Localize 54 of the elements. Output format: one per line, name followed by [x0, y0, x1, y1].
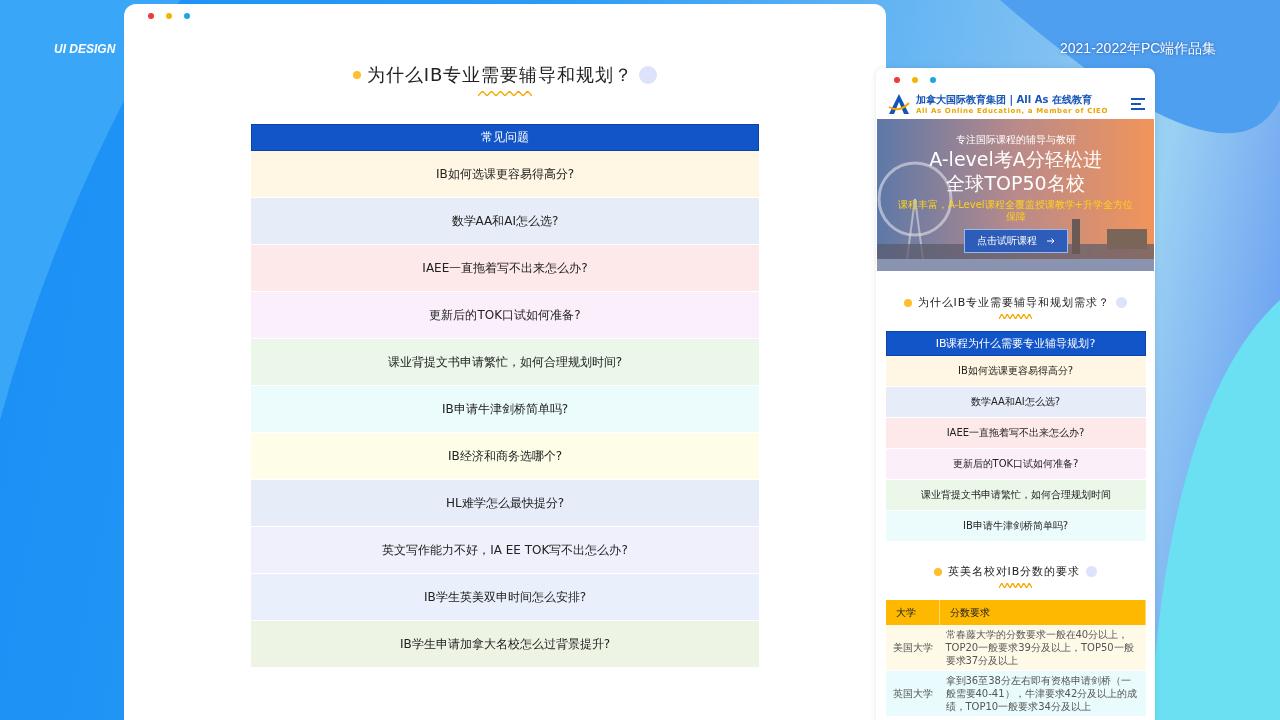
window-dot-icon[interactable]	[930, 77, 936, 83]
faq-row[interactable]: 课业背提文书申请繁忙，如何合理规划时间	[885, 480, 1146, 511]
circle-decoration-icon	[639, 66, 658, 84]
circle-decoration-icon	[1086, 566, 1098, 577]
table-cell: 常春藤大学的分数要求一般在40分以上，TOP20一般要求39分及以上，TOP50一般要求37分及以上	[939, 625, 1146, 671]
faq-row[interactable]: IB申请牛津剑桥简单吗?	[251, 386, 759, 433]
portfolio-label: 2021-2022年PC端作品集	[1060, 40, 1217, 58]
design-label: UI DESIGN	[54, 42, 116, 56]
faq-row[interactable]: IAEE一直拖着写不出来怎么办?	[885, 418, 1146, 449]
brand-name: 加拿大国际教育集团 | All As 在线教育	[916, 93, 1093, 107]
banner-headline: 全球TOP50名校	[946, 172, 1085, 195]
section-title: 为什么IB专业需要辅导和规划需求？	[917, 295, 1111, 310]
logo-icon	[888, 93, 910, 115]
faq-row[interactable]: HL难学怎么最快提分?	[251, 480, 759, 527]
faq-row[interactable]: 课业背提文书申请繁忙，如何合理规划时间?	[251, 339, 759, 386]
section-title: 为什么IB专业需要辅导和规划？	[366, 63, 634, 87]
window-dot-icon[interactable]	[166, 13, 172, 19]
arrow-right-icon	[1046, 237, 1055, 244]
table-cell: 美国大学	[885, 625, 940, 671]
banner-tagline: 课程丰富，A-Level课程全覆盖授课教学+升学全方位保障	[897, 198, 1134, 223]
faq-row[interactable]: IB申请牛津剑桥简单吗?	[885, 511, 1146, 542]
menu-icon[interactable]	[1131, 98, 1145, 110]
faq-row[interactable]: IB学生申请加拿大名校怎么过背景提升?	[251, 621, 759, 668]
table-header: IB课程为什么需要专业辅导规划?	[885, 331, 1146, 356]
faq-row[interactable]: IB学生英美双申时间怎么安排?	[251, 574, 759, 621]
wave-underline-icon	[999, 583, 1032, 588]
faq-row[interactable]: 更新后的TOK口试如何准备?	[885, 449, 1146, 480]
faq-row[interactable]: 数学AA和AI怎么选?	[251, 198, 759, 245]
column-header: 大学	[885, 600, 940, 625]
faq-row[interactable]: IB如何选课更容易得高分?	[885, 356, 1146, 387]
window-dot-icon[interactable]	[912, 77, 918, 83]
wave-underline-icon	[999, 314, 1032, 319]
table-cell: 英国大学	[885, 671, 940, 717]
wave-underline-icon	[478, 91, 532, 96]
trial-class-button[interactable]: 点击试听课程	[963, 228, 1068, 253]
bullet-icon	[933, 567, 942, 576]
table-cell: 拿到36至38分左右即有资格申请剑桥（一般需要40-41），牛津要求42分及以上的成绩，TOP10一般要求34分及以上	[939, 671, 1146, 717]
faq-row[interactable]: IB如何选课更容易得高分?	[251, 151, 759, 198]
window-dot-icon[interactable]	[184, 13, 190, 19]
bullet-icon	[903, 298, 912, 307]
banner-headline: A-level考A分轻松进	[929, 149, 1102, 171]
table-header: 常见问题	[251, 124, 759, 151]
bullet-icon	[352, 71, 361, 79]
window-dot-icon[interactable]	[894, 77, 900, 83]
faq-row[interactable]: IAEE一直拖着写不出来怎么办?	[251, 245, 759, 292]
column-header: 分数要求	[939, 600, 1146, 625]
banner-kicker: 专注国际课程的辅导与教研	[955, 133, 1076, 147]
faq-row[interactable]: 更新后的TOK口试如何准备?	[251, 292, 759, 339]
section-title: 英美名校对IB分数的要求	[947, 564, 1081, 579]
faq-row[interactable]: 数学AA和AI怎么选?	[885, 387, 1146, 418]
window-dot-icon[interactable]	[148, 13, 154, 19]
circle-decoration-icon	[1116, 297, 1128, 308]
faq-row[interactable]: IB经济和商务选哪个?	[251, 433, 759, 480]
faq-row[interactable]: 英文写作能力不好，IA EE TOK写不出怎么办?	[251, 527, 759, 574]
